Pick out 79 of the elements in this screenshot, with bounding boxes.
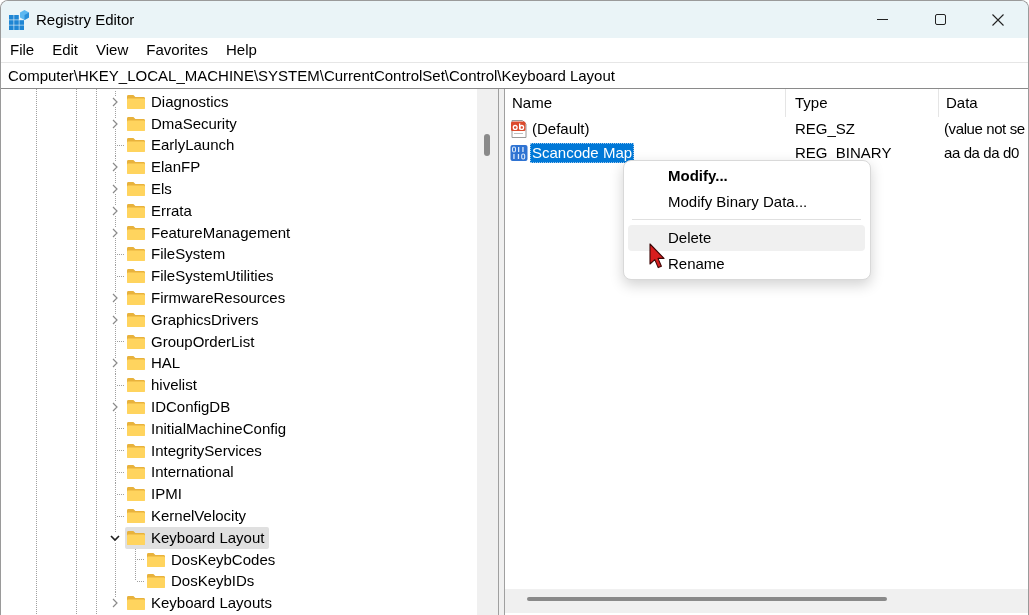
- folder-icon: [147, 552, 165, 567]
- mouse-pointer-icon: [649, 243, 665, 269]
- folder-icon: [127, 225, 145, 240]
- column-header[interactable]: Type: [786, 89, 939, 117]
- value-name[interactable]: (Default): [530, 119, 592, 139]
- tree-item[interactable]: Keyboard Layout: [125, 526, 270, 549]
- maximize-icon: [934, 14, 946, 25]
- folder-icon: [127, 509, 145, 524]
- value-name[interactable]: Scancode Map: [530, 143, 635, 163]
- tree-item[interactable]: GraphicsDrivers: [125, 308, 264, 331]
- tree-item[interactable]: HAL: [125, 352, 186, 375]
- vertical-scrollbar[interactable]: [477, 89, 498, 615]
- folder-icon: [127, 465, 145, 480]
- window-title: Registry Editor: [36, 10, 135, 29]
- address-field[interactable]: Computer\HKEY_LOCAL_MACHINE\SYSTEM\CurrentControlSet\Control\Keyboard Layout: [1, 62, 1028, 89]
- horizontal-scrollbar[interactable]: [505, 589, 1028, 613]
- folder-icon: [127, 138, 145, 153]
- value-data: (value not se: [943, 119, 1025, 139]
- tree-item[interactable]: FeatureManagement: [125, 221, 296, 244]
- menubar-item[interactable]: Favorites: [137, 38, 217, 62]
- tree-item[interactable]: ElanFP: [125, 156, 206, 179]
- tree-item[interactable]: KernelVelocity: [125, 505, 252, 527]
- column-header[interactable]: Name: [505, 89, 786, 117]
- tree-item[interactable]: DmaSecurity: [125, 112, 242, 135]
- folder-icon: [127, 291, 145, 306]
- tree-item[interactable]: EarlyLaunch: [125, 134, 240, 157]
- tree-item[interactable]: International: [125, 461, 239, 484]
- menu-item[interactable]: Modify...: [628, 163, 865, 189]
- scrollbar-thumb[interactable]: [484, 134, 490, 156]
- tree-item[interactable]: Els: [125, 178, 177, 200]
- tree-item[interactable]: Diagnostics: [125, 91, 234, 113]
- tree-item[interactable]: GroupOrderList: [125, 330, 260, 353]
- value-type: REG_SZ: [794, 119, 856, 139]
- tree-item[interactable]: hivelist: [125, 374, 202, 397]
- string-value-icon: [510, 120, 528, 138]
- menubar-item[interactable]: Edit: [43, 38, 88, 62]
- tree-item[interactable]: IDConfigDB: [125, 396, 236, 418]
- binary-value-icon: [510, 144, 528, 162]
- tree-item[interactable]: IntegrityServices: [125, 439, 267, 462]
- folder-icon: [127, 356, 145, 371]
- folder-icon: [127, 94, 145, 109]
- tree-item[interactable]: FirmwareResources: [125, 287, 291, 309]
- scrollbar-thumb[interactable]: [527, 597, 887, 601]
- menu-item[interactable]: Rename: [628, 251, 865, 277]
- folder-icon: [127, 247, 145, 262]
- folder-icon: [127, 269, 145, 284]
- folder-icon: [127, 203, 145, 218]
- folder-icon: [127, 443, 145, 458]
- close-icon: [992, 13, 1004, 26]
- menubar-item[interactable]: Help: [216, 38, 266, 62]
- tree-item[interactable]: FileSystem: [125, 243, 231, 266]
- folder-icon: [127, 182, 145, 197]
- folder-icon: [147, 574, 165, 589]
- tree-item[interactable]: DosKeybIDs: [145, 570, 260, 593]
- value-type: REG_BINARY: [794, 143, 893, 163]
- folder-icon: [127, 400, 145, 415]
- folder-icon: [127, 116, 145, 131]
- folder-icon: [127, 160, 145, 175]
- value-data: aa da da d0: [943, 143, 1019, 163]
- folder-icon: [127, 334, 145, 349]
- app-icon: [9, 9, 29, 30]
- menubar-item[interactable]: View: [87, 38, 138, 62]
- folder-icon: [127, 421, 145, 436]
- tree-item[interactable]: IPMI: [125, 483, 187, 506]
- tree-item[interactable]: DosKeybCodes: [145, 548, 281, 571]
- folder-icon: [127, 596, 145, 611]
- menubar-item[interactable]: File: [1, 38, 44, 62]
- folder-icon: [127, 312, 145, 327]
- folder-icon: [127, 530, 145, 545]
- tree-item[interactable]: FileSystemUtilities: [125, 265, 279, 288]
- tree-item[interactable]: InitialMachineConfig: [125, 417, 292, 440]
- menu-item[interactable]: Modify Binary Data...: [628, 189, 865, 215]
- menu-item[interactable]: Delete: [628, 225, 865, 251]
- folder-icon: [127, 378, 145, 393]
- folder-icon: [127, 487, 145, 502]
- tree-item[interactable]: Keyboard Layouts: [125, 592, 277, 615]
- column-header[interactable]: Data: [939, 89, 1028, 117]
- tree-item[interactable]: Errata: [125, 200, 197, 222]
- minimize-icon: [876, 19, 888, 20]
